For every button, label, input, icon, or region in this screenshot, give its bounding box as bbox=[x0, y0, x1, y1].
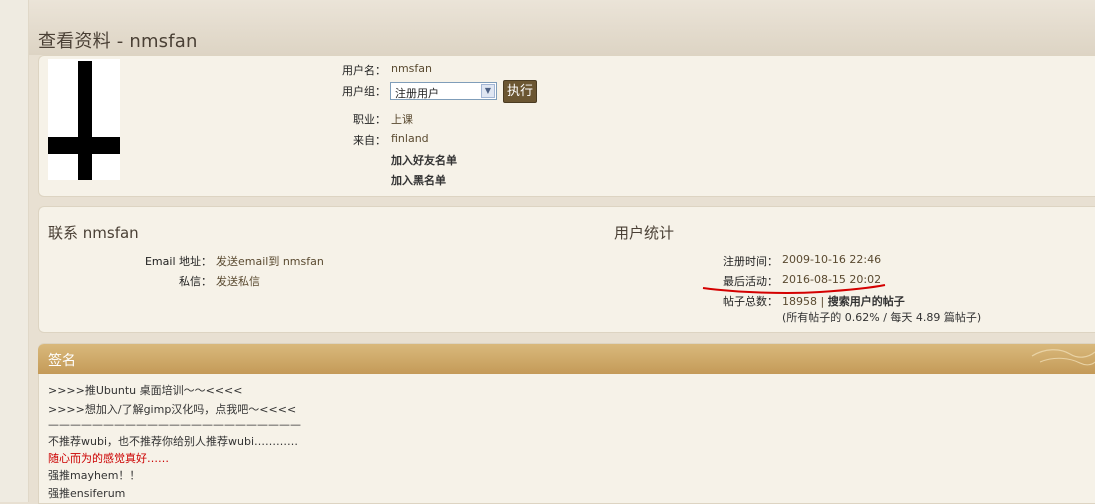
pm-link[interactable]: 发送私信 bbox=[216, 273, 260, 289]
avatar-cross-horizontal bbox=[48, 137, 120, 154]
signature-line: 强推ensiferum bbox=[48, 487, 126, 500]
profile-panel bbox=[38, 55, 1095, 197]
pm-label: 私信： bbox=[179, 275, 212, 288]
from-label: 来自： bbox=[353, 134, 386, 147]
registered-label: 注册时间： bbox=[723, 255, 778, 268]
stats-heading: 用户统计 bbox=[614, 224, 675, 242]
username-value: nmsfan bbox=[391, 62, 433, 75]
signature-line: 不推荐wubi，也不推荐你给别人推荐wubi………… bbox=[48, 435, 299, 448]
group-select-value: 注册用户 bbox=[395, 87, 439, 100]
posts-separator: | bbox=[820, 295, 825, 308]
signature-header-bar bbox=[38, 344, 1095, 374]
exec-button[interactable]: 执行 bbox=[503, 80, 537, 103]
signature-line[interactable]: >>>>想加入/了解gimp汉化吗，点我吧～<<<< bbox=[48, 401, 296, 417]
occupation-value: 上课 bbox=[391, 113, 413, 126]
email-link[interactable]: 发送email到 nmsfan bbox=[216, 253, 324, 269]
chevron-down-icon[interactable]: ▼ bbox=[481, 84, 495, 98]
contact-heading: 联系 nmsfan bbox=[48, 224, 139, 242]
add-friend-link[interactable]: 加入好友名单 bbox=[391, 152, 457, 168]
group-select[interactable]: 注册用户 ▼ bbox=[390, 82, 497, 100]
add-blacklist-link[interactable]: 加入黑名单 bbox=[391, 172, 446, 188]
posts-count: 18958 bbox=[782, 295, 817, 308]
search-posts-link[interactable]: 搜索用户的帖子 bbox=[828, 295, 905, 308]
signature-heading: 签名 bbox=[48, 353, 76, 369]
group-label: 用户组： bbox=[342, 85, 386, 98]
posts-detail: (所有帖子的 0.62% / 每天 4.89 篇帖子) bbox=[782, 311, 982, 324]
avatar-cross-vertical bbox=[78, 61, 92, 180]
from-value: finland bbox=[391, 132, 429, 145]
signature-line[interactable]: >>>>推Ubuntu 桌面培训～～<<<< bbox=[48, 382, 243, 398]
registered-value: 2009-10-16 22:46 bbox=[782, 253, 882, 266]
username-label: 用户名： bbox=[342, 64, 386, 77]
swirl-ornament-icon bbox=[1031, 349, 1095, 366]
email-label: Email 地址： bbox=[144, 255, 212, 268]
signature-line: 随心而为的感觉真好…… bbox=[48, 452, 169, 465]
red-underline-annotation bbox=[702, 284, 886, 294]
occupation-label: 职业： bbox=[353, 113, 386, 126]
left-margin bbox=[0, 0, 29, 502]
signature-line: ——————————————————————— bbox=[48, 418, 301, 431]
signature-line: 强推mayhem！！ bbox=[48, 469, 141, 482]
page-title: 查看资料 - nmsfan bbox=[38, 31, 198, 52]
